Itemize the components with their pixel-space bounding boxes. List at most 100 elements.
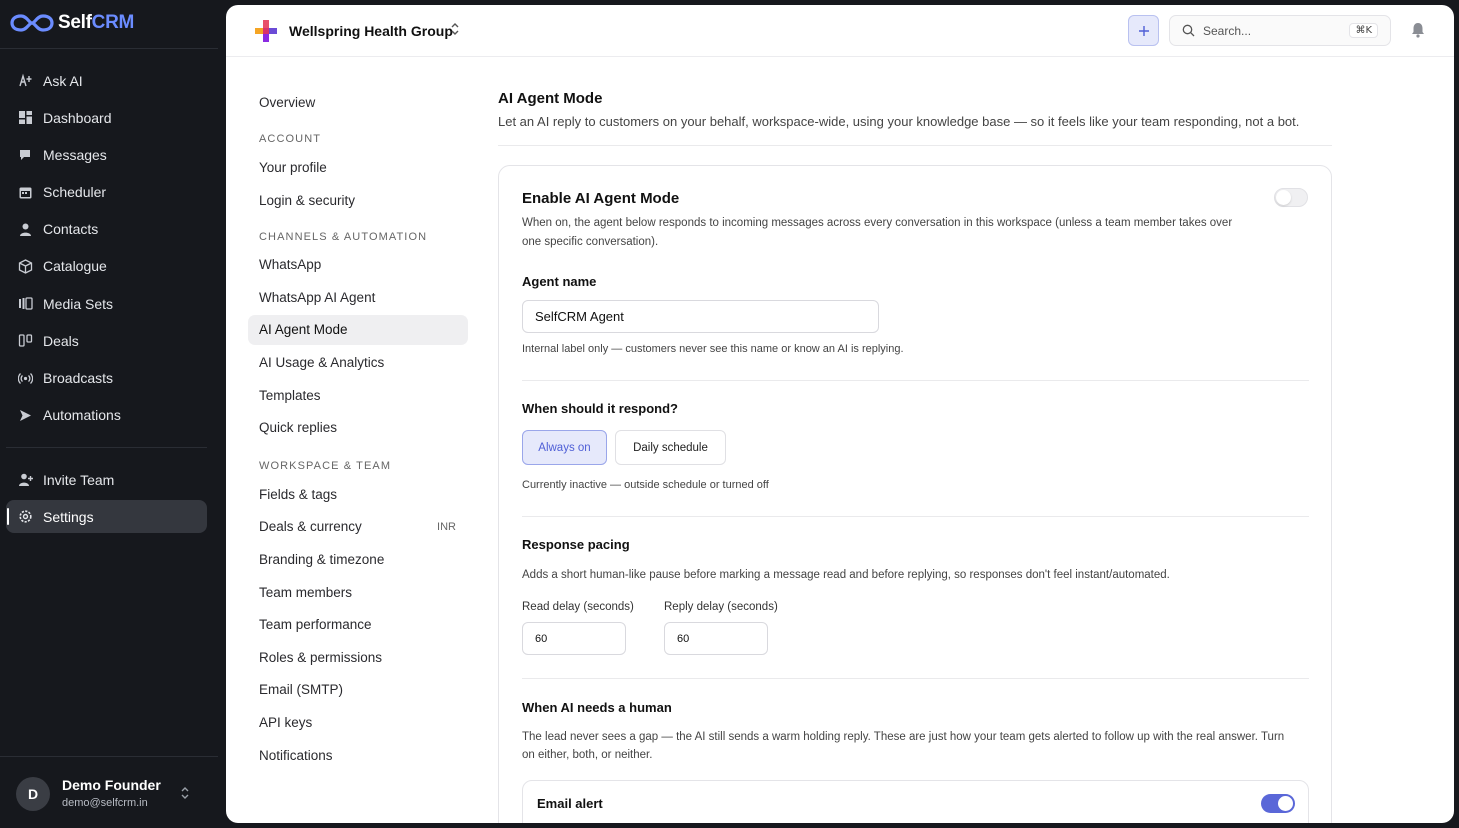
settings-item-templates[interactable]: Templates [248,380,468,410]
deals-icon [18,333,33,348]
bell-icon[interactable] [1409,21,1427,39]
human-description: The lead never sees a gap — the AI still… [522,731,1285,761]
settings-item-deals-currency[interactable]: Deals & currency INR [248,512,468,542]
settings-item-login-security[interactable]: Login & security [248,185,468,215]
nav-item-messages[interactable]: Messages [6,138,207,171]
nav-label: Automations [43,407,121,424]
app-sidebar: SelfCRM Ask AI Dashboard Messages Schedu… [0,0,218,828]
invite-icon [18,472,33,487]
nav-item-catalogue[interactable]: Catalogue [6,250,207,283]
agent-name-field[interactable]: SelfCRM Agent [522,300,879,333]
settings-item-ai-agent-mode[interactable]: AI Agent Mode [248,314,468,345]
nav-label: Contacts [43,221,99,238]
nav-label: Invite Team [43,471,115,488]
search-input[interactable]: Search... ⌘K [1169,15,1391,46]
avatar: D [16,777,50,811]
ai-agent-card: Enable AI Agent Mode When on, the agent … [498,165,1332,823]
currency-badge: INR [437,520,456,533]
app-logo[interactable]: SelfCRM [10,10,134,36]
page-title: AI Agent Mode [498,90,603,107]
settings-item-notifications[interactable]: Notifications [248,740,468,770]
nav-label: Settings [43,508,94,525]
email-alert-label: Email alert [537,796,603,811]
logo-text-crm: CRM [91,12,135,33]
search-icon [1182,24,1195,37]
nav-item-dashboard[interactable]: Dashboard [6,101,207,134]
org-name[interactable]: Wellspring Health Group [289,23,453,39]
divider [6,447,207,448]
infinity-logo-icon [10,14,54,32]
nav-item-scheduler[interactable]: Scheduler [6,176,207,209]
contacts-icon [18,222,33,237]
read-delay-input[interactable]: 60 [522,622,626,655]
read-delay-label: Read delay (seconds) [522,601,634,613]
settings-item-quick-replies[interactable]: Quick replies [248,413,468,443]
settings-item-roles-permissions[interactable]: Roles & permissions [248,642,468,672]
divider [0,48,218,49]
nav-item-deals[interactable]: Deals [6,324,207,357]
nav-label: Catalogue [43,258,107,275]
calendar-icon [18,185,33,200]
add-button[interactable] [1128,15,1159,46]
nav-item-invite-team[interactable]: Invite Team [6,463,207,496]
nav-label: Media Sets [43,295,114,312]
toggle-knob [1278,796,1293,811]
nav-item-settings[interactable]: Settings [6,500,207,534]
pacing-description: Adds a short human-like pause before mar… [522,569,1170,581]
human-label: When AI needs a human [522,700,672,715]
search-shortcut: ⌘K [1349,23,1378,38]
nav-item-media-sets[interactable]: Media Sets [6,287,207,320]
nav-item-ask-ai[interactable]: Ask AI [6,64,207,97]
nav-label: Ask AI [43,72,83,89]
settings-item-your-profile[interactable]: Your profile [248,153,468,183]
automation-icon [18,408,33,423]
settings-item-whatsapp-ai-agent[interactable]: WhatsApp AI Agent [248,282,468,312]
settings-item-email-smtp[interactable]: Email (SMTP) [248,675,468,705]
bottom-nav: Invite Team Settings [6,463,207,537]
settings-section-heading: WORKSPACE & TEAM [259,460,392,473]
broadcast-icon [18,371,33,386]
media-icon [18,296,33,311]
settings-item-whatsapp[interactable]: WhatsApp [248,250,468,280]
main-nav: Ask AI Dashboard Messages Scheduler Cont… [6,64,207,436]
nav-item-broadcasts[interactable]: Broadcasts [6,362,207,395]
toggle-knob [1276,190,1291,205]
nav-label: Messages [43,146,107,163]
agent-name-label: Agent name [522,274,597,289]
settings-item-team-members[interactable]: Team members [248,577,468,607]
org-logo-icon [255,20,277,42]
settings-icon [18,509,33,524]
settings-item-label: Deals & currency [259,519,362,535]
enable-title: Enable AI Agent Mode [522,190,680,207]
page-subtitle: Let an AI reply to customers on your beh… [498,114,1300,129]
settings-item-team-performance[interactable]: Team performance [248,610,468,640]
reply-delay-label: Reply delay (seconds) [664,601,778,613]
settings-item-api-keys[interactable]: API keys [248,708,468,738]
chevron-up-down-icon [180,786,190,803]
topbar: Wellspring Health Group Search... ⌘K [226,5,1454,57]
enable-description: When on, the agent below responds to inc… [522,217,1233,248]
respond-status: Currently inactive — outside schedule or… [522,479,769,491]
daily-schedule-option[interactable]: Daily schedule [615,430,726,465]
email-alert-toggle[interactable] [1261,794,1295,813]
user-name: Demo Founder [62,777,161,793]
nav-item-automations[interactable]: Automations [6,399,207,432]
plus-icon [1138,25,1149,36]
chevron-up-down-icon[interactable] [450,22,460,39]
settings-item-fields-tags[interactable]: Fields & tags [248,479,468,509]
respond-label: When should it respond? [522,401,678,416]
enable-ai-agent-toggle[interactable] [1274,188,1308,207]
divider [522,516,1309,517]
agent-name-hint: Internal label only — customers never se… [522,343,904,355]
nav-item-contacts[interactable]: Contacts [6,213,207,246]
settings-item-ai-usage-analytics[interactable]: AI Usage & Analytics [248,348,468,378]
dashboard-icon [18,110,33,125]
divider [522,380,1309,381]
divider [522,678,1309,679]
user-menu[interactable]: D Demo Founder demo@selfcrm.in [0,756,218,828]
settings-item-branding-timezone[interactable]: Branding & timezone [248,545,468,575]
user-email: demo@selfcrm.in [62,797,148,809]
always-on-option[interactable]: Always on [522,430,607,465]
settings-item-overview[interactable]: Overview [248,87,468,117]
reply-delay-input[interactable]: 60 [664,622,768,655]
